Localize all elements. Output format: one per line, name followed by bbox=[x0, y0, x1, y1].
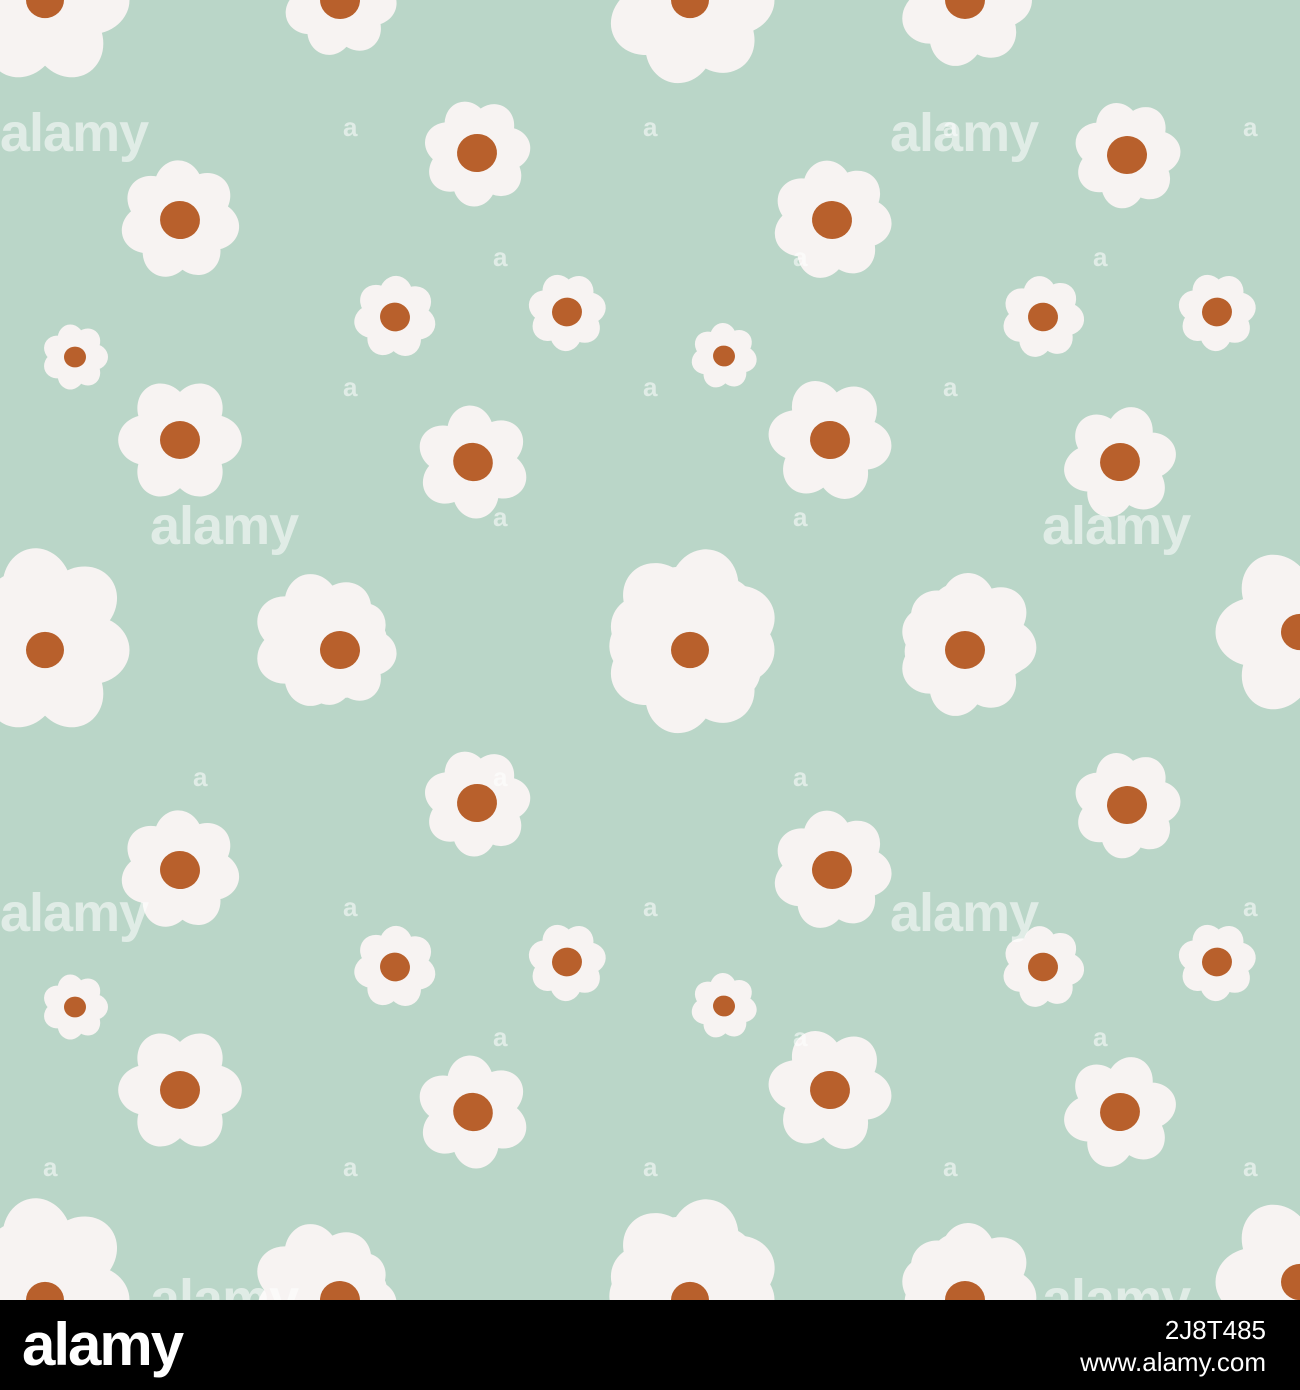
daisy-flower bbox=[118, 383, 242, 497]
image-url: www.alamy.com bbox=[1080, 1347, 1266, 1377]
daisy-flower bbox=[1064, 407, 1176, 517]
daisy-flower bbox=[1178, 274, 1256, 352]
flower-center bbox=[671, 631, 709, 669]
daisy-flower bbox=[774, 810, 892, 928]
daisy-flower bbox=[419, 405, 527, 519]
daisy-flower bbox=[121, 160, 240, 277]
daisy-flower bbox=[528, 924, 606, 1002]
daisy-flower bbox=[419, 1055, 527, 1169]
daisy-flower bbox=[610, 1216, 775, 1300]
daisy-flower bbox=[1003, 926, 1085, 1007]
daisy-flower bbox=[0, 0, 130, 78]
footer-image-info: 2J8T485 www.alamy.com bbox=[1080, 1314, 1266, 1378]
daisy-flower bbox=[354, 925, 436, 1006]
daisy-flower bbox=[768, 381, 892, 499]
flower-center bbox=[64, 996, 86, 1018]
daisy-flower bbox=[121, 810, 240, 927]
image-id: 2J8T485 bbox=[1164, 1315, 1266, 1345]
flower-center bbox=[160, 421, 200, 459]
daisy-flower bbox=[1215, 554, 1300, 710]
daisy-flower bbox=[425, 751, 531, 857]
daisy-flower bbox=[1003, 276, 1085, 357]
footer-logo: alamy bbox=[22, 1311, 184, 1378]
daisy-flower bbox=[44, 324, 108, 390]
floral-pattern-image: alamy alamy alamy alamy alamy alamy alamy alamy… bbox=[0, 0, 1300, 1300]
flower-center bbox=[160, 1071, 200, 1109]
daisy-flower bbox=[1075, 753, 1181, 859]
stock-footer-bar: alamy 2J8T485 www.alamy.com bbox=[0, 1300, 1300, 1390]
daisy-flower bbox=[118, 1033, 242, 1147]
daisy-flower bbox=[1178, 924, 1256, 1002]
daisy-flower bbox=[1215, 1204, 1300, 1300]
flower-center bbox=[64, 346, 86, 368]
daisy-flower bbox=[1075, 103, 1181, 209]
flower-center bbox=[26, 631, 64, 669]
daisy-flowers bbox=[0, 0, 1300, 1300]
daisy-flower bbox=[774, 160, 892, 278]
flower-center bbox=[945, 631, 985, 669]
daisy-flower bbox=[528, 274, 606, 352]
daisy-flower bbox=[610, 0, 775, 84]
daisy-flower bbox=[1064, 1057, 1176, 1167]
daisy-flower bbox=[44, 974, 108, 1040]
daisy-flower bbox=[691, 972, 757, 1038]
daisy-flower bbox=[902, 0, 1032, 66]
daisy-flower bbox=[285, 0, 397, 55]
daisy-flower bbox=[354, 275, 436, 356]
daisy-flower bbox=[768, 1031, 892, 1149]
daisy-flower bbox=[425, 101, 531, 207]
daisy-flower bbox=[691, 322, 757, 388]
